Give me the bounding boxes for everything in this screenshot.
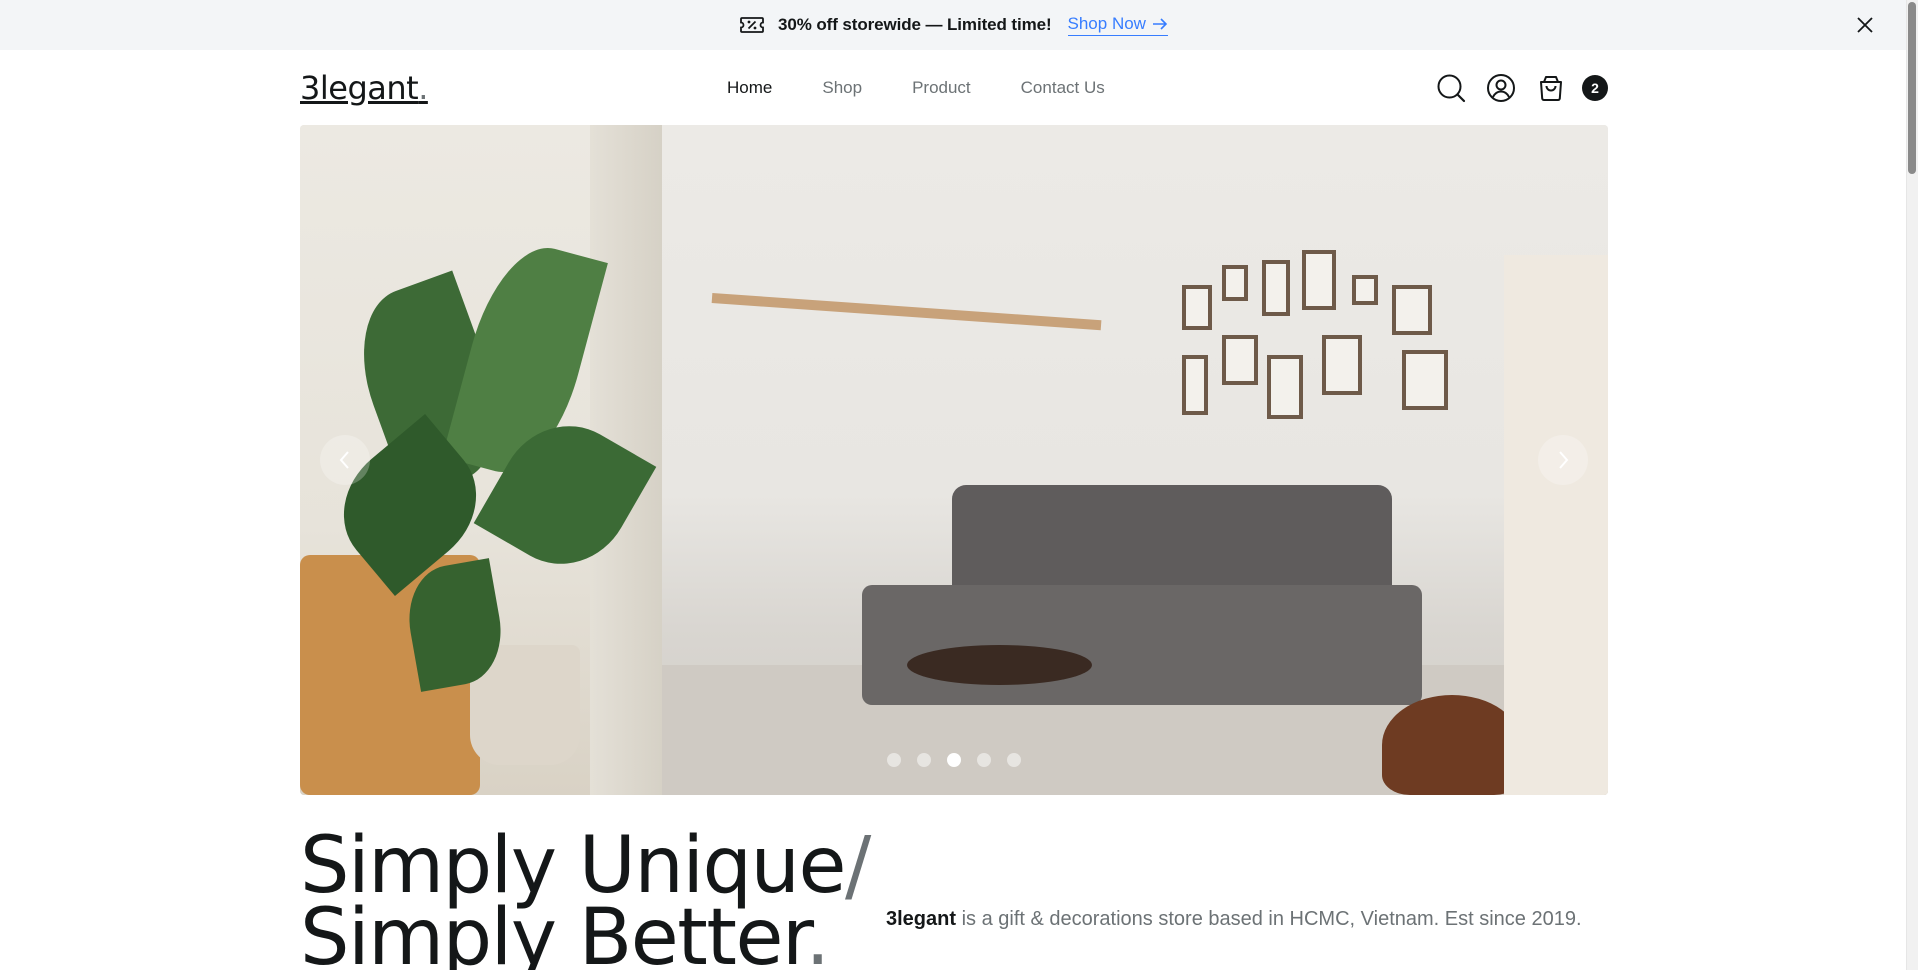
tagline-text: is a gift & decorations store based in H… [956,908,1582,930]
search-icon[interactable] [1436,73,1466,103]
headline-text-2: Simply Better [300,893,807,970]
picture-frame [1267,355,1303,419]
nav-home[interactable]: Home [727,78,772,98]
sofa-seat [862,585,1422,705]
logo-text: 3legant [300,68,419,107]
shop-now-link[interactable]: Shop Now [1067,14,1168,36]
bookcase [1504,255,1608,795]
headline-period: . [805,893,830,970]
nav-contact-us[interactable]: Contact Us [1021,78,1105,98]
wall-shelf [711,293,1102,331]
nav-product[interactable]: Product [912,78,971,98]
coffee-table [907,645,1092,685]
hero-headline: Simply Unique/ Simply Better. [300,827,871,970]
picture-frame [1182,355,1208,415]
chevron-right-icon [1559,451,1569,469]
store-tagline: 3legant is a gift & decorations store ba… [886,908,1582,931]
nav-links: Home Shop Product Contact Us [727,50,1105,125]
promo-text: 30% off storewide — Limited time! [778,15,1052,34]
picture-frame [1302,250,1336,310]
picture-frame [1222,335,1258,385]
tagline-brand: 3legant [886,908,957,930]
slider-dot-active[interactable] [947,753,961,767]
close-icon[interactable] [1854,14,1876,36]
picture-frame [1262,260,1290,316]
slider-dot[interactable] [977,753,991,767]
shopping-bag-icon[interactable] [1536,73,1566,103]
slider-dot[interactable] [887,753,901,767]
slider-prev-button[interactable] [320,435,370,485]
shop-now-label: Shop Now [1067,14,1146,33]
chevron-left-icon [339,451,349,469]
picture-frame [1392,285,1432,335]
slider-next-button[interactable] [1538,435,1588,485]
picture-frame [1182,285,1212,330]
headline-line-1: Simply Unique/ [300,827,871,905]
hero-slide-image-right [662,125,1608,795]
cart-count-badge: 2 [1582,74,1608,101]
navbar: 3legant. Home Shop Product Contact Us 2 [300,50,1608,125]
user-icon[interactable] [1486,73,1516,103]
picture-frame [1222,265,1248,301]
logo-dot: . [418,68,428,107]
headline-slash: / [844,821,871,911]
scrollbar[interactable] [1906,0,1918,970]
slider-dot[interactable] [917,753,931,767]
ticket-percent-icon [740,17,764,33]
announcement-bar: 30% off storewide — Limited time! Shop N… [0,0,1906,50]
hero-slider [300,125,1608,795]
headline-line-2: Simply Better. [300,899,870,970]
scrollbar-thumb[interactable] [1908,2,1916,174]
logo[interactable]: 3legant. [300,69,428,107]
leather-pouf [1382,695,1522,795]
slider-dots [300,753,1608,767]
picture-frame [1352,275,1378,305]
nav-icons: 2 [1436,50,1608,125]
nav-shop[interactable]: Shop [822,78,862,98]
arrow-right-icon [1152,18,1168,30]
slider-dot[interactable] [1007,753,1021,767]
picture-frame [1402,350,1448,410]
announcement-content: 30% off storewide — Limited time! Shop N… [738,11,1168,39]
picture-frame [1322,335,1362,395]
